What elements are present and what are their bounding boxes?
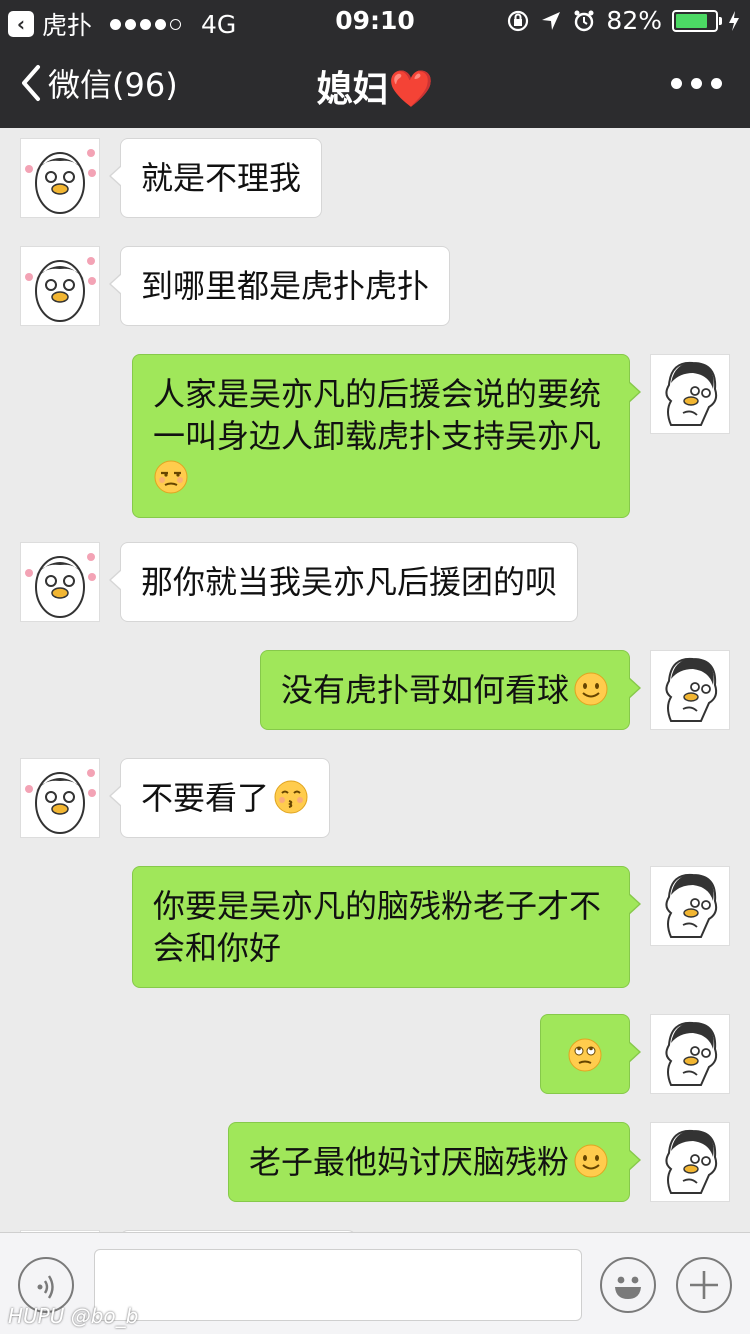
my-avatar[interactable]: [650, 650, 730, 730]
incoming-message-bubble[interactable]: 不要看了: [108, 758, 331, 838]
my-avatar[interactable]: [650, 866, 730, 946]
smile-emoji-icon: [574, 672, 608, 706]
eyeroll-emoji-icon: [568, 1038, 602, 1072]
message-text-line: 你要是吴亦凡的脑残粉老子才不: [153, 887, 602, 925]
message-text: 就是不理我: [141, 159, 302, 197]
outgoing-message-bubble[interactable]: 没有虎扑哥如何看球: [259, 650, 642, 730]
smiley-icon: [615, 1276, 641, 1299]
status-bar: ‹ 虎扑 4G 09:10 82%: [0, 0, 750, 40]
message-text: 到哪里都是虎扑虎扑: [141, 267, 430, 305]
plus-icon: [690, 1271, 718, 1299]
message-text: 老子最他妈讨厌脑残粉: [248, 1143, 569, 1181]
message-text: 没有虎扑哥如何看球: [280, 671, 569, 709]
outgoing-message-bubble[interactable]: 人家是吴亦凡的后援会说的要统 一叫身边人卸载虎扑支持吴亦凡: [132, 354, 641, 518]
outgoing-message-bubble[interactable]: [540, 1014, 641, 1094]
contact-avatar[interactable]: [20, 758, 100, 838]
more-options-icon[interactable]: [671, 78, 722, 89]
chat-title: 媳妇❤️: [316, 69, 434, 110]
incoming-message-bubble[interactable]: 那你就当我吴亦凡后援团的呗: [108, 542, 579, 622]
message-text: 那你就当我吴亦凡后援团的呗: [141, 563, 558, 601]
message-text-line: 人家是吴亦凡的后援会说的要统: [153, 375, 602, 413]
contact-avatar[interactable]: [20, 542, 100, 622]
watermark: HUPU @bo_b: [8, 1304, 139, 1328]
battery-icon: [672, 9, 722, 32]
incoming-message-bubble[interactable]: 就是不理我: [108, 138, 323, 218]
chat-header: 微信(96) 媳妇❤️: [0, 40, 750, 128]
message-list[interactable]: 就是不理我 到哪里都是虎扑虎扑 人家是吴亦凡的后援会说的要统 一叫身边人卸载虎扑…: [0, 128, 750, 1232]
contact-avatar[interactable]: [20, 138, 100, 218]
my-avatar[interactable]: [650, 354, 730, 434]
outgoing-message-bubble[interactable]: 老子最他妈讨厌脑残粉: [227, 1122, 642, 1202]
contact-avatar[interactable]: [20, 246, 100, 326]
more-functions-button[interactable]: [676, 1257, 732, 1313]
emoji-button[interactable]: [600, 1257, 656, 1313]
outgoing-message-bubble[interactable]: 你要是吴亦凡的脑残粉老子才不 会和你好: [132, 866, 641, 988]
location-icon: [542, 11, 561, 30]
rotation-lock-icon: [508, 10, 529, 31]
alarm-icon: [574, 10, 594, 31]
smile-emoji-icon: [574, 1144, 608, 1178]
battery-percent: 82%: [606, 6, 662, 35]
message-text-line: 会和你好: [153, 929, 282, 967]
message-text-line: 一叫身边人卸载虎扑支持吴亦凡: [153, 417, 602, 455]
incoming-message-bubble[interactable]: 到哪里都是虎扑虎扑: [108, 246, 451, 326]
kissing-emoji-icon: [274, 780, 308, 814]
my-avatar[interactable]: [650, 1014, 730, 1094]
message-text: 不要看了: [141, 779, 270, 817]
charging-icon: [729, 10, 739, 31]
unamused-emoji-icon: [154, 460, 188, 494]
my-avatar[interactable]: [650, 1122, 730, 1202]
message-input[interactable]: [94, 1249, 582, 1321]
